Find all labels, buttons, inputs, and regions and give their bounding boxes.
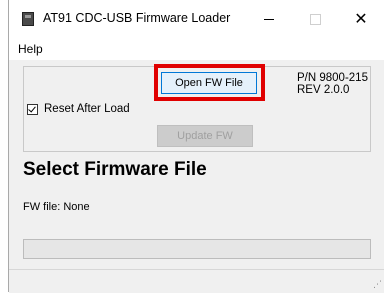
minimize-icon [264, 18, 274, 20]
update-fw-button: Update FW [157, 125, 253, 147]
part-number: P/N 9800-215 [297, 72, 368, 84]
reset-after-load-label: Reset After Load [44, 103, 130, 115]
reset-after-load-option[interactable]: Reset After Load [27, 103, 130, 115]
menu-bar: Help [9, 38, 384, 60]
title-bar[interactable]: AT91 CDC-USB Firmware Loader ✕ [9, 0, 384, 38]
maximize-button [292, 0, 338, 38]
close-button[interactable]: ✕ [338, 0, 384, 38]
resize-grip-icon[interactable]: ⋰ [373, 281, 382, 290]
main-window: AT91 CDC-USB Firmware Loader ✕ Help Open… [8, 0, 384, 293]
revision: REV 2.0.0 [297, 84, 350, 96]
reset-after-load-checkbox[interactable] [27, 103, 38, 115]
status-heading: Select Firmware File [23, 159, 207, 180]
close-icon: ✕ [354, 9, 368, 28]
part-info: P/N 9800-215 REV 2.0.0 [297, 72, 368, 96]
menu-item-help[interactable]: Help [18, 42, 43, 56]
app-icon [22, 12, 34, 26]
fw-file-label: FW file: None [23, 201, 90, 213]
window-title: AT91 CDC-USB Firmware Loader [43, 11, 231, 25]
status-bar: ⋰ [9, 269, 384, 293]
progress-bar [23, 239, 371, 259]
maximize-icon [309, 13, 321, 25]
open-fw-file-button[interactable]: Open FW File [161, 72, 257, 94]
minimize-button[interactable] [246, 0, 292, 38]
